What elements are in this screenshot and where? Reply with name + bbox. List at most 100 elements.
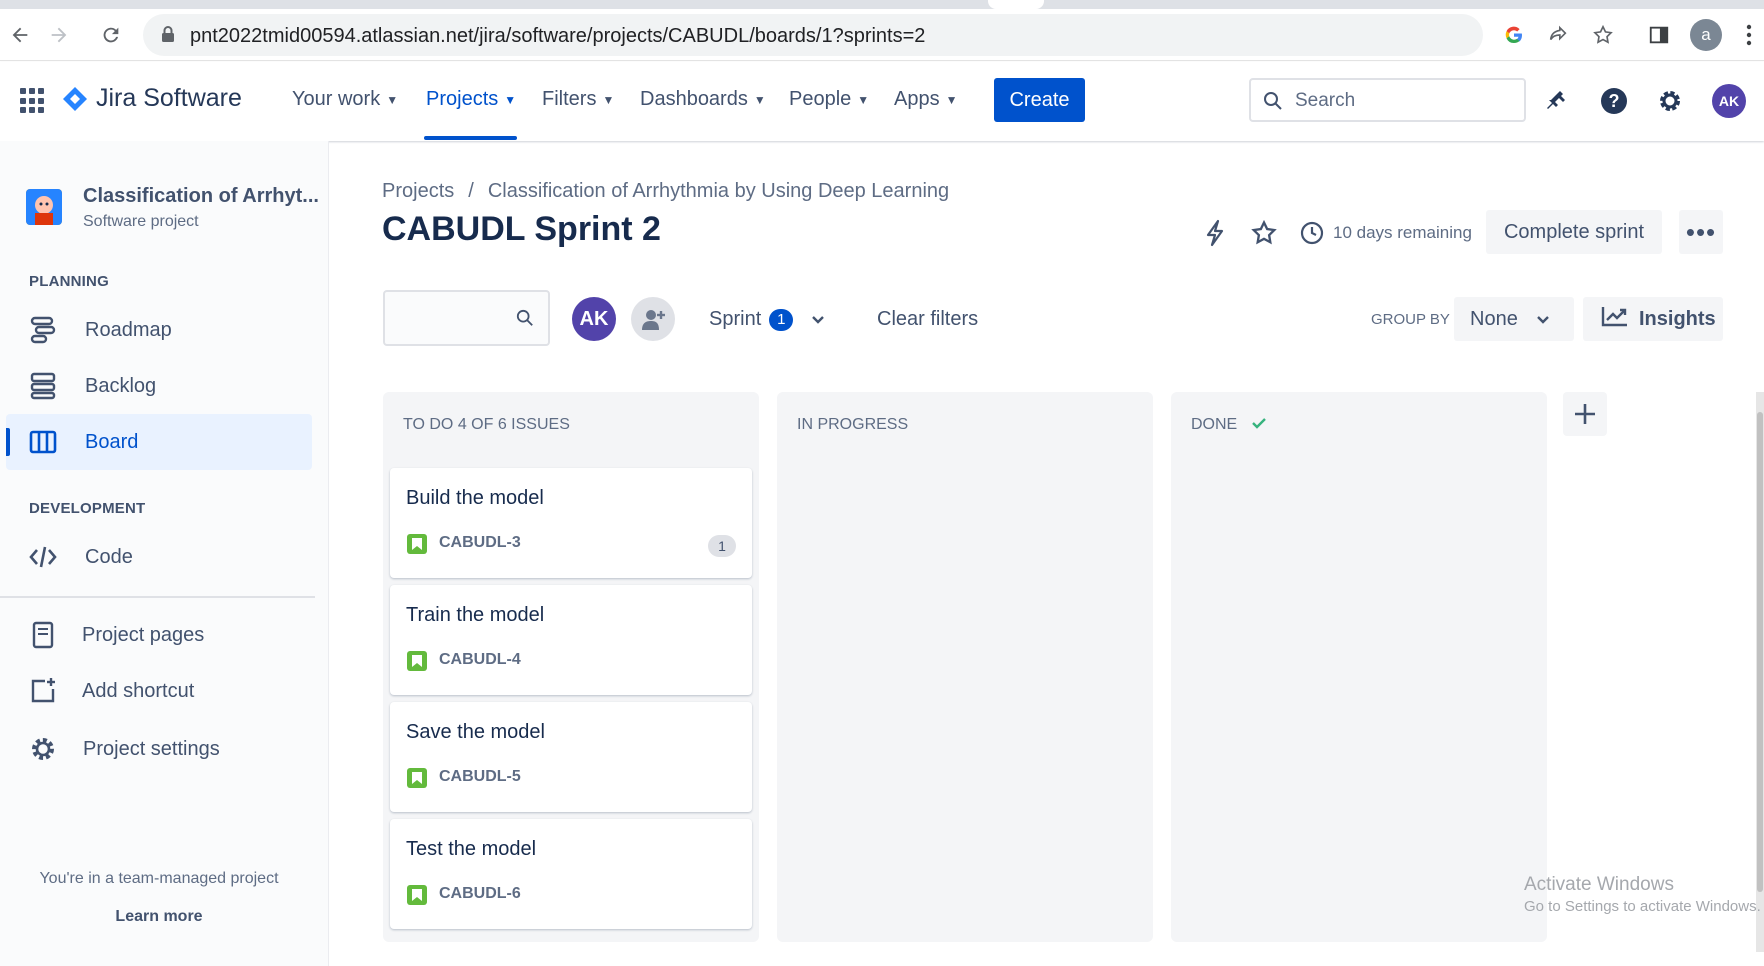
product-name: Jira Software [96,84,242,112]
share-icon[interactable] [1544,21,1572,49]
issue-key[interactable]: CABUDL-4 [439,651,521,669]
star-icon[interactable] [1589,21,1617,49]
scrollbar-thumb[interactable] [1757,412,1763,892]
planning-heading: PLANNING [29,273,109,290]
issue-card[interactable]: Build the model CABUDL-3 1 [390,468,752,578]
app-switcher-icon[interactable] [20,88,46,114]
clock-icon [1297,218,1327,248]
sidebar-item-add-shortcut[interactable]: Add shortcut [6,663,312,719]
column-todo: TO DO 4 OF 6 ISSUES Build the model CABU… [383,392,759,942]
back-icon[interactable] [6,21,34,49]
backlog-icon [28,371,58,401]
nav-label: Filters [542,88,597,110]
sidebar-item-project-settings[interactable]: Project settings [6,721,312,777]
chevron-down-icon: ▼ [945,92,958,107]
sidebar-item-board[interactable]: Board [6,414,312,470]
sidebar-item-project-pages[interactable]: Project pages [6,607,312,663]
board-search-input[interactable] [383,290,550,346]
gear-icon [28,734,58,764]
google-icon[interactable] [1500,21,1528,49]
story-icon [407,651,427,671]
breadcrumb-separator: / [468,180,474,202]
issue-summary: Test the model [406,838,537,860]
browser-profile-avatar[interactable]: a [1690,19,1722,51]
story-icon [407,885,427,905]
nav-apps[interactable]: Apps ▼ [894,88,957,111]
issue-card[interactable]: Save the model CABUDL-5 [390,702,752,812]
watermark-line-1: Activate Windows [1524,874,1674,895]
create-button[interactable]: Create [994,78,1085,122]
nav-your-work[interactable]: Your work ▼ [292,88,398,111]
assignee-filter-avatar[interactable]: AK [572,297,616,341]
column-title-text: TO DO 4 OF 6 ISSUES [403,416,570,433]
star-icon[interactable] [1249,218,1279,248]
chevron-down-icon [811,308,825,331]
sprint-filter-dropdown[interactable]: Sprint 1 [709,308,825,331]
code-icon [28,542,58,572]
group-by-value: None [1470,307,1518,330]
windows-activation-watermark: Activate Windows Go to Settings to activ… [1524,874,1761,915]
team-managed-note: You're in a team-managed project [39,870,279,887]
learn-more-link[interactable]: Learn more [0,908,318,926]
browser-toolbar: pnt2022tmid00594.atlassian.net/jira/soft… [0,9,1764,61]
issue-card[interactable]: Train the model CABUDL-4 [390,585,752,695]
search-placeholder: Search [1295,90,1356,111]
svg-text:?: ? [1609,91,1620,111]
help-icon[interactable]: ? [1597,84,1631,118]
column-title: DONE [1191,416,1267,434]
nav-label: People [789,88,852,110]
insights-button[interactable]: Insights [1583,297,1723,341]
nav-filters[interactable]: Filters ▼ [542,88,614,111]
insights-label: Insights [1639,307,1716,330]
sidebar-item-code[interactable]: Code [6,529,312,585]
breadcrumb-project[interactable]: Classification of Arrhythmia by Using De… [488,180,949,203]
browser-menu-icon[interactable] [1735,21,1763,49]
column-title: IN PROGRESS [797,416,908,434]
complete-sprint-button[interactable]: Complete sprint [1486,210,1662,254]
page-title: CABUDL Sprint 2 [382,210,661,248]
project-name[interactable]: Classification of Arrhyt... [83,185,319,208]
lightning-icon[interactable] [1200,218,1230,248]
address-bar[interactable]: pnt2022tmid00594.atlassian.net/jira/soft… [143,14,1483,56]
sidebar-item-backlog[interactable]: Backlog [6,358,312,414]
add-column-button[interactable] [1563,392,1607,436]
breadcrumb-projects[interactable]: Projects [382,180,454,203]
breadcrumb: Projects / Classification of Arrhythmia … [382,180,949,203]
issue-summary: Save the model [406,721,545,743]
sidebar-item-roadmap[interactable]: Roadmap [6,302,312,358]
days-remaining: 10 days remaining [1333,223,1472,242]
issue-key[interactable]: CABUDL-3 [439,534,521,552]
nav-people[interactable]: People ▼ [789,88,869,111]
reload-icon[interactable] [97,21,125,49]
notifications-icon[interactable] [1541,84,1575,118]
project-avatar[interactable] [26,189,62,225]
issue-key[interactable]: CABUDL-6 [439,885,521,903]
browser-active-tab[interactable] [988,0,1044,9]
user-avatar[interactable]: AK [1712,84,1746,118]
sidebar-item-label: Project settings [83,737,220,760]
forward-icon[interactable] [45,21,73,49]
issue-key[interactable]: CABUDL-5 [439,768,521,786]
page-icon [28,620,58,650]
browser-tabstrip [0,0,1764,9]
chevron-down-icon: ▼ [386,92,399,107]
nav-label: Dashboards [640,88,748,110]
jira-logo[interactable]: Jira Software [62,84,242,113]
clear-filters-button[interactable]: Clear filters [877,308,978,331]
group-by-dropdown[interactable]: None [1454,297,1574,341]
nav-projects[interactable]: Projects ▼ [426,88,516,111]
board-scrollbar[interactable] [1756,392,1764,952]
chevron-down-icon: ▼ [602,92,615,107]
issue-card[interactable]: Test the model CABUDL-6 [390,819,752,929]
sidebar-item-label: Project pages [82,623,205,646]
side-panel-icon[interactable] [1645,21,1673,49]
search-input[interactable]: Search [1249,78,1526,122]
nav-dashboards[interactable]: Dashboards ▼ [640,88,766,111]
sidebar-item-label: Code [85,545,133,568]
search-icon [1263,91,1283,116]
settings-gear-icon[interactable] [1653,84,1687,118]
lock-icon [161,25,175,48]
issue-summary: Train the model [406,604,545,626]
more-actions-button[interactable]: ••• [1679,210,1723,254]
add-people-icon[interactable] [631,297,675,341]
